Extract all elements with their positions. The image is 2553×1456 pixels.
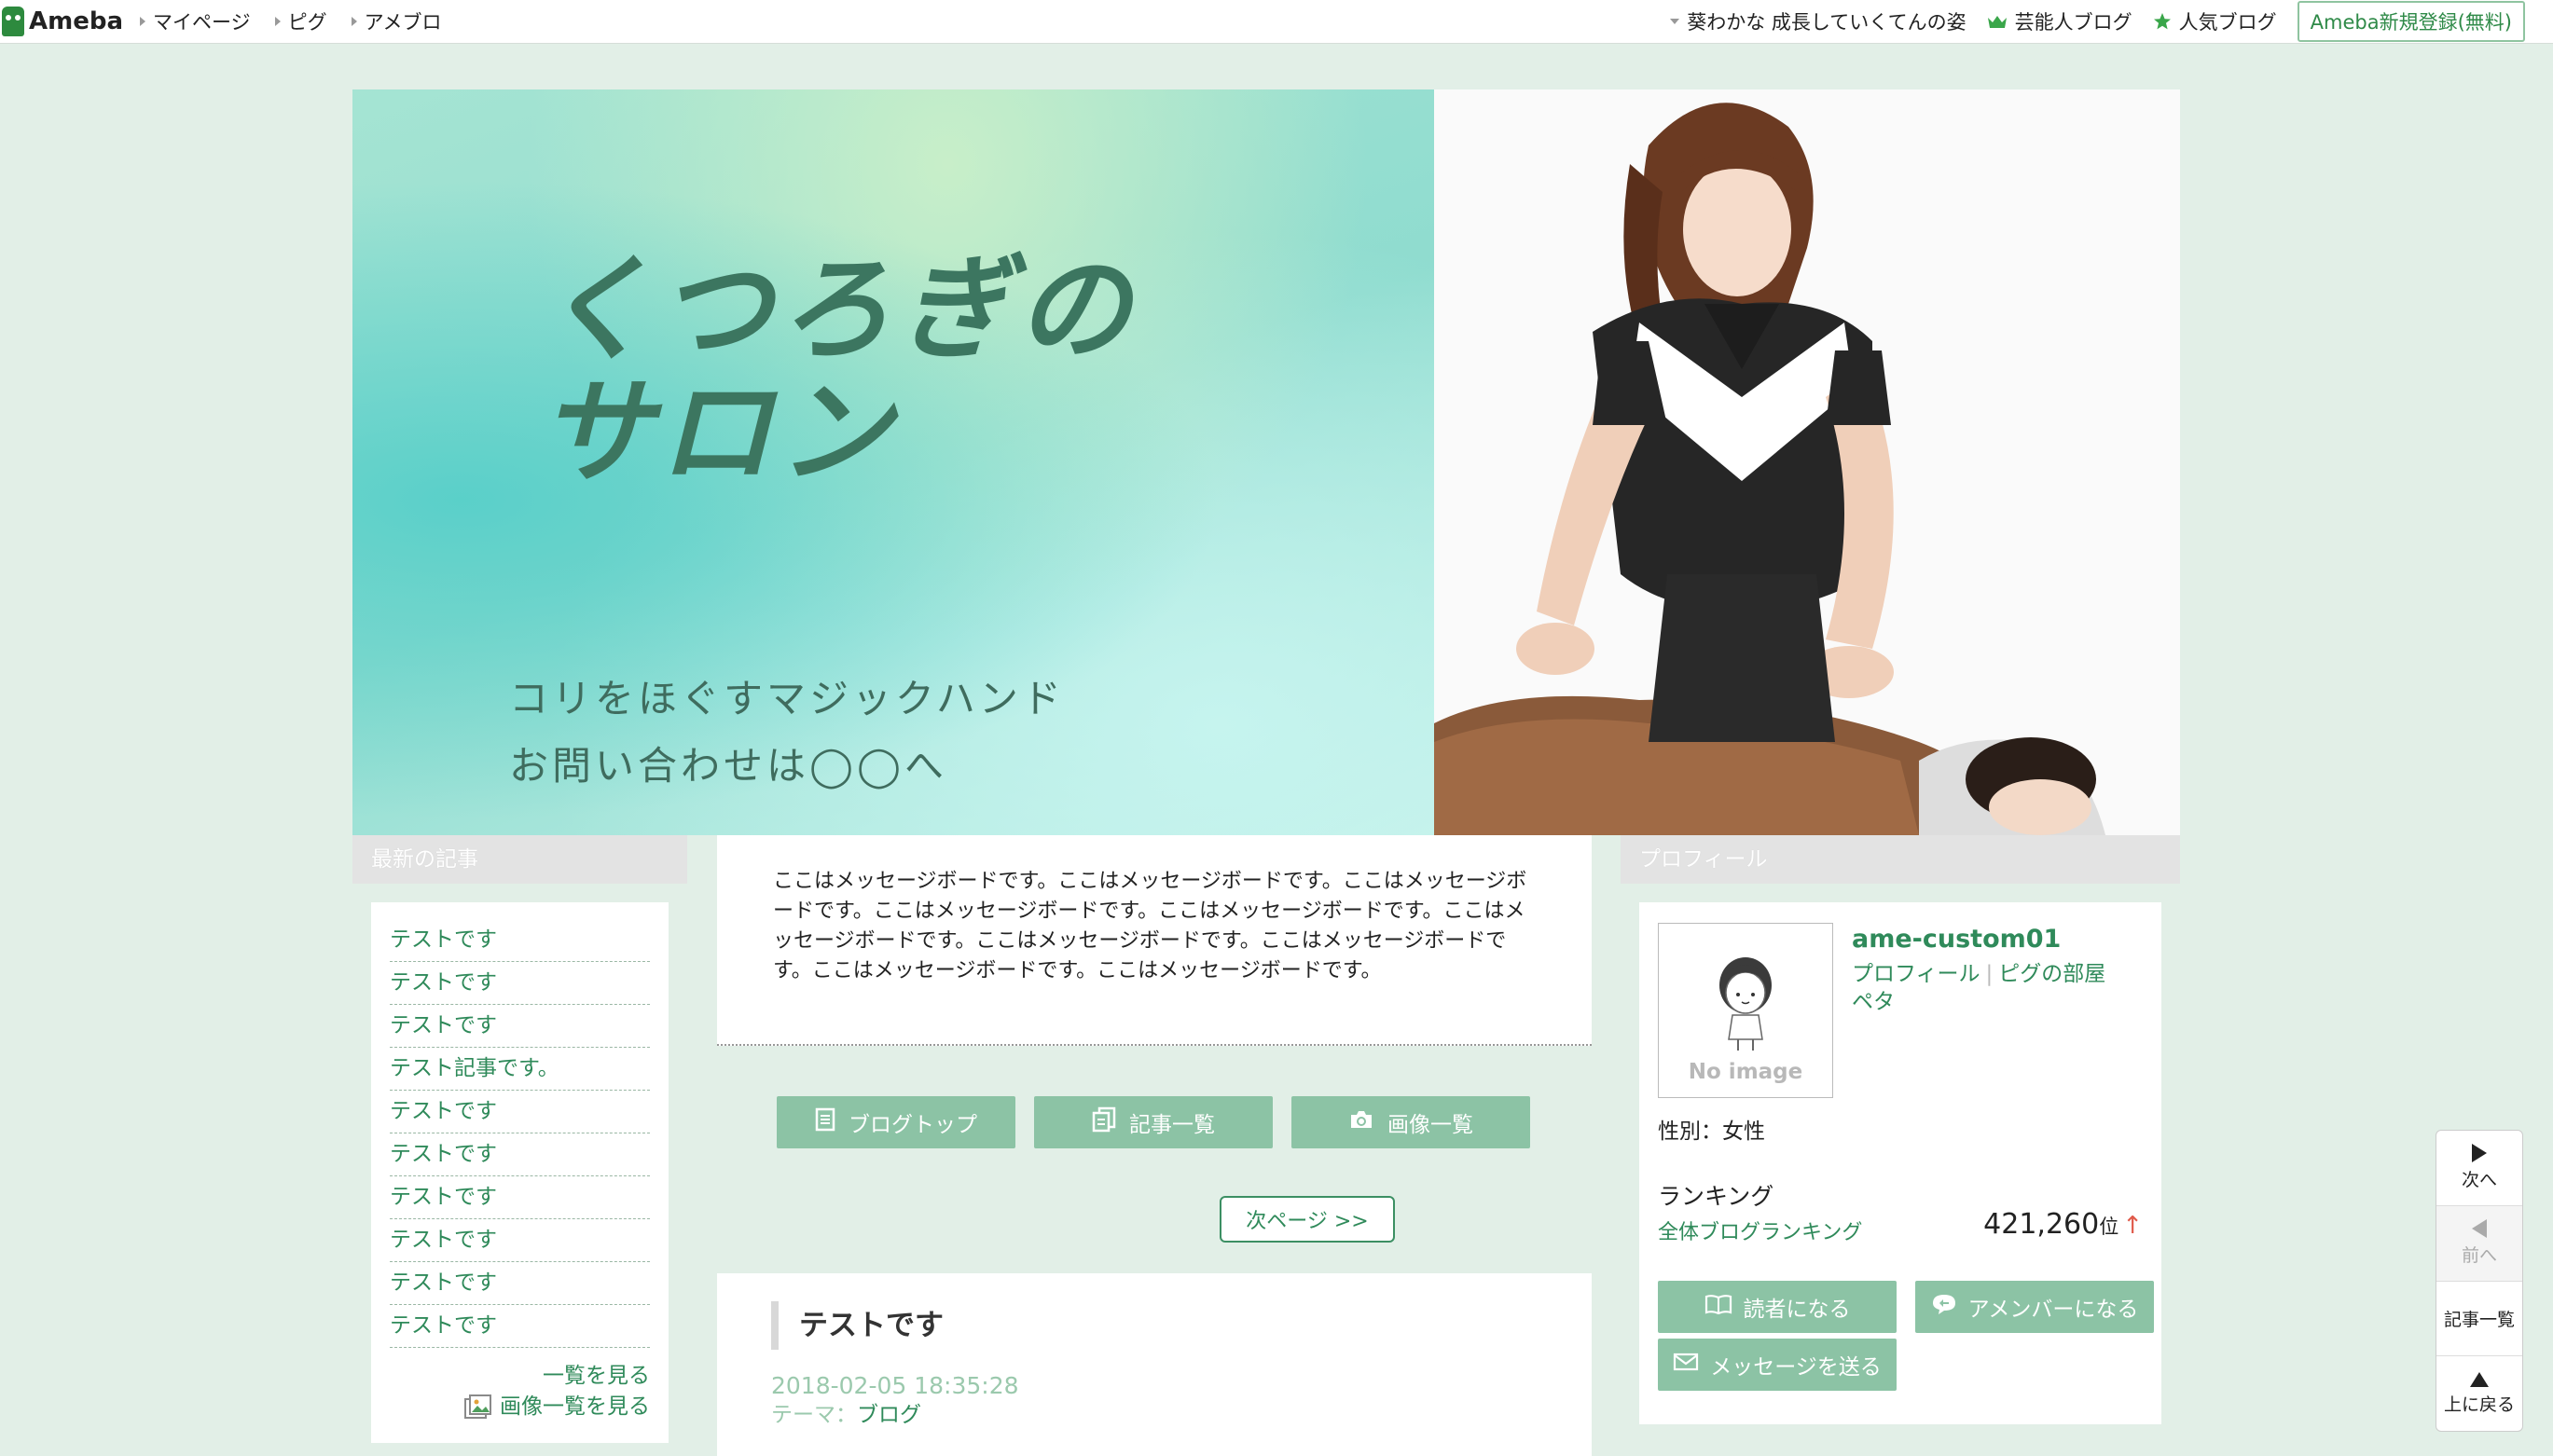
article-list-button[interactable]: 記事一覧 <box>1034 1096 1273 1148</box>
message-board: ここはメッセージボードです。ここはメッセージボードです。ここはメッセージボードで… <box>717 835 1592 1046</box>
article-link[interactable]: テストです <box>390 919 650 962</box>
blog-post: テストです 2018-02-05 18:35:28 テーマ：ブログ <box>717 1273 1592 1456</box>
celebrity-blog-link[interactable]: 芸能人ブログ <box>1987 7 2132 35</box>
overall-ranking-link[interactable]: 全体ブログランキング <box>1658 1216 1862 1245</box>
main-content: ここはメッセージボードです。ここはメッセージボードです。ここはメッセージボードで… <box>717 835 1592 1456</box>
article-link[interactable]: テストです <box>390 1262 650 1305</box>
blog-top-button[interactable]: ブログトップ <box>777 1096 1015 1148</box>
banner-gradient-panel: くつろぎの サロン コリをほぐすマジックハンド お問い合わせは◯◯へ <box>352 89 1434 835</box>
image-list-button[interactable]: 画像一覧 <box>1291 1096 1530 1148</box>
popular-blog-link[interactable]: 人気ブログ <box>2153 7 2277 35</box>
book-icon <box>1704 1294 1732 1320</box>
no-image-label: No image <box>1688 1060 1803 1084</box>
arrow-up-icon <box>2470 1371 2489 1387</box>
register-button[interactable]: Ameba新規登録(無料) <box>2297 1 2525 42</box>
blog-header-banner[interactable]: くつろぎの サロン コリをほぐすマジックハンド お問い合わせは◯◯へ <box>352 89 2180 835</box>
post-theme: テーマ：ブログ <box>771 1400 1538 1430</box>
send-message-button[interactable]: メッセージを送る <box>1658 1339 1897 1391</box>
banner-title: くつろぎの サロン <box>539 243 1136 499</box>
prev-post-button[interactable]: 前へ <box>2436 1205 2522 1282</box>
floating-page-nav: 次へ 前へ 記事一覧 上に戻る <box>2436 1130 2523 1432</box>
caret-right-icon <box>274 17 281 26</box>
profile-heading: プロフィール <box>1621 835 2180 884</box>
nav-pig[interactable]: ピグ <box>274 7 327 35</box>
banner-subtitle: コリをほぐすマジックハンド お問い合わせは◯◯へ <box>509 676 1065 789</box>
become-amember-button[interactable]: アメンバーになる <box>1915 1281 2154 1333</box>
caret-right-icon <box>140 17 145 26</box>
image-gallery-icon <box>464 1394 492 1421</box>
star-icon <box>2153 12 2172 31</box>
profile-links: プロフィール | ピグの部屋 ペタ <box>1852 960 2105 1016</box>
ameba-logo-text: Ameba <box>29 7 124 35</box>
article-link[interactable]: テストです <box>390 1133 650 1176</box>
latest-articles-heading: 最新の記事 <box>352 835 687 884</box>
pig-room-link[interactable]: ピグの部屋 <box>1998 962 2105 986</box>
avatar[interactable]: No image <box>1658 923 1833 1098</box>
profile-gender: 性別：女性 <box>1658 1119 1765 1144</box>
arrow-right-icon <box>2472 1144 2487 1163</box>
profile-link[interactable]: プロフィール <box>1852 962 1980 986</box>
latest-articles-panel: 最新の記事 テストです テストです テストです テスト記事です。 テストです テ… <box>352 835 687 1456</box>
separator: | <box>1985 962 1994 986</box>
become-reader-button[interactable]: 読者になる <box>1658 1281 1897 1333</box>
article-link[interactable]: テストです <box>390 1005 650 1048</box>
header-right-links: 葵わかな 成長していくてんの姿 芸能人ブログ 人気ブログ Ameba新規登録(無… <box>1670 0 2525 43</box>
ranking-heading: ランキング <box>1658 1183 1774 1210</box>
ameba-logo-icon <box>2 7 24 36</box>
post-theme-link[interactable]: ブログ <box>857 1403 921 1427</box>
see-all-link[interactable]: 一覧を見る <box>390 1361 650 1392</box>
next-post-button[interactable]: 次へ <box>2436 1131 2522 1206</box>
latest-articles-list: テストです テストです テストです テスト記事です。 テストです テストです テ… <box>371 902 669 1443</box>
article-link[interactable]: テストです <box>390 962 650 1005</box>
caret-down-icon <box>1670 19 1680 24</box>
profile-panel: プロフィール No image ame-custom01 プロフィール | ピグの部… <box>1621 835 2180 1456</box>
news-ticker[interactable]: 葵わかな 成長していくてんの姿 <box>1670 7 1966 35</box>
profile-body: No image ame-custom01 プロフィール | ピグの部屋 ペタ 性別… <box>1639 902 2161 1424</box>
ranking-value: 421,260位 ↑ <box>1983 1208 2143 1241</box>
post-theme-label: テーマ： <box>771 1403 857 1427</box>
profile-username[interactable]: ame-custom01 <box>1852 925 2061 954</box>
article-list-float-button[interactable]: 記事一覧 <box>2436 1282 2522 1357</box>
post-date: 2018-02-05 18:35:28 <box>771 1372 1019 1399</box>
back-to-top-button[interactable]: 上に戻る <box>2436 1356 2522 1431</box>
camera-icon <box>1348 1109 1374 1135</box>
nav-ameblo[interactable]: アメブロ <box>351 7 442 35</box>
no-image-girl-icon <box>1719 957 1772 1051</box>
chat-bubble-icon <box>1931 1293 1957 1321</box>
envelope-icon <box>1673 1353 1699 1377</box>
article-link[interactable]: テスト記事です。 <box>390 1048 650 1091</box>
next-page-button[interactable]: 次ページ >> <box>1220 1196 1395 1243</box>
article-link[interactable]: テストです <box>390 1176 650 1219</box>
blog-nav-buttons: ブログトップ 記事一覧 画像一覧 <box>777 1096 1592 1148</box>
document-icon <box>815 1107 835 1137</box>
ameba-logo[interactable]: Ameba <box>2 6 123 37</box>
article-link[interactable]: テストです <box>390 1091 650 1133</box>
global-header: Ameba マイページ ピグ アメブロ 葵わかな 成長していくてんの姿 芸能人ブ… <box>0 0 2553 44</box>
see-images-link[interactable]: 画像一覧を見る <box>390 1392 650 1422</box>
documents-icon <box>1092 1106 1116 1138</box>
peta-link[interactable]: ペタ <box>1852 990 1895 1014</box>
post-title[interactable]: テストです <box>771 1301 1538 1350</box>
nav-mypage[interactable]: マイページ <box>140 7 251 35</box>
banner-photo-massage <box>1434 89 2180 835</box>
article-link[interactable]: テストです <box>390 1305 650 1348</box>
rank-up-arrow-icon: ↑ <box>2122 1212 2143 1240</box>
global-nav: マイページ ピグ アメブロ <box>140 0 442 43</box>
caret-right-icon <box>351 17 357 26</box>
crown-icon <box>1987 14 2008 29</box>
arrow-left-icon <box>2472 1219 2487 1239</box>
article-link[interactable]: テストです <box>390 1219 650 1262</box>
